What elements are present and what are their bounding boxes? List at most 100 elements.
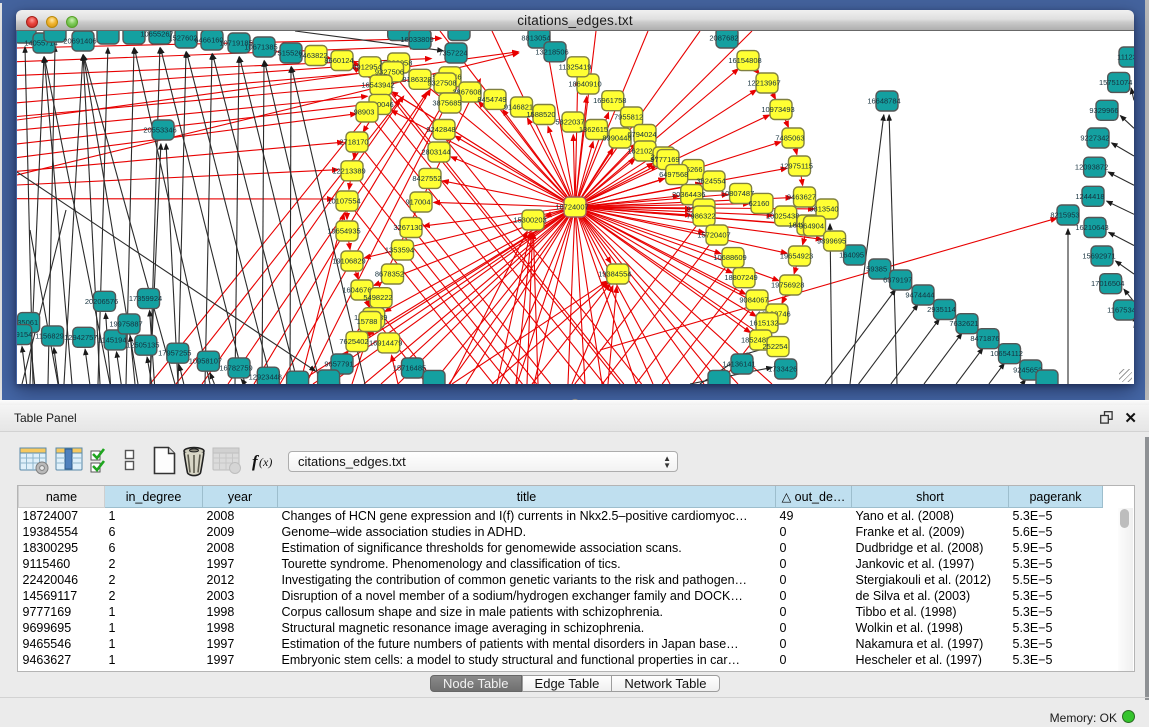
svg-text:1167534: 1167534 [1107, 306, 1134, 315]
svg-text:16648784: 16648784 [867, 97, 900, 106]
svg-text:9329966: 9329966 [1089, 106, 1118, 115]
svg-text:10654112: 10654112 [990, 349, 1023, 358]
svg-text:1588520: 1588520 [526, 110, 555, 119]
svg-text:15692971: 15692971 [1082, 252, 1115, 261]
svg-text:9463627: 9463627 [787, 193, 816, 202]
svg-text:16914479: 16914479 [369, 338, 402, 347]
svg-text:59385: 59385 [866, 265, 887, 274]
svg-text:13218506: 13218506 [535, 47, 568, 56]
svg-text:15720407: 15720407 [697, 231, 730, 240]
svg-text:7632621: 7632621 [949, 319, 978, 328]
svg-text:16154808: 16154808 [728, 56, 761, 65]
svg-text:20691406: 20691406 [63, 37, 96, 46]
svg-text:12975115: 12975115 [780, 162, 813, 171]
svg-text:9777169: 9777169 [650, 155, 679, 164]
svg-text:16961758: 16961758 [593, 96, 626, 105]
svg-text:20364436: 20364436 [672, 190, 705, 199]
svg-text:1733426: 1733426 [768, 365, 797, 374]
svg-text:8471876: 8471876 [970, 334, 999, 343]
svg-text:3267130: 3267130 [393, 223, 422, 232]
svg-text:16543942: 16543942 [361, 81, 394, 90]
svg-text:14136141: 14136141 [722, 360, 755, 369]
svg-text:164095: 164095 [839, 251, 864, 260]
svg-text:11325419: 11325419 [559, 62, 592, 71]
svg-text:17016504: 17016504 [1091, 279, 1124, 288]
svg-text:1615132: 1615132 [749, 318, 778, 327]
svg-text:18640910: 18640910 [568, 80, 601, 89]
svg-text:19654923: 19654923 [780, 252, 813, 261]
svg-text:19106829: 19106829 [332, 257, 365, 266]
svg-text:252254: 252254 [762, 342, 787, 351]
svg-text:7955812: 7955812 [614, 113, 643, 122]
svg-text:19654935: 19654935 [327, 227, 360, 236]
svg-text:15788: 15788 [357, 317, 378, 326]
svg-text:12942757: 12942757 [64, 333, 97, 342]
svg-text:6879197: 6879197 [883, 276, 912, 285]
svg-text:8813054: 8813054 [521, 34, 550, 43]
svg-text:10688609: 10688609 [713, 253, 746, 262]
svg-text:12093872: 12093872 [1075, 163, 1108, 172]
svg-text:9327508: 9327508 [427, 79, 456, 88]
svg-text:10025438: 10025438 [766, 212, 799, 221]
svg-text:1244418: 1244418 [1075, 192, 1104, 201]
svg-text:17957255: 17957255 [158, 349, 191, 358]
svg-text:7625402: 7625402 [339, 337, 368, 346]
svg-text:8678352: 8678352 [375, 270, 404, 279]
svg-text:6497568: 6497568 [659, 170, 688, 179]
svg-text:9242848: 9242848 [426, 125, 455, 134]
svg-text:2839154: 2839154 [17, 330, 32, 339]
svg-text:20206576: 20206576 [85, 297, 118, 306]
svg-text:964904: 964904 [799, 222, 824, 231]
svg-text:1156829: 1156829 [35, 331, 64, 340]
svg-text:16210643: 16210643 [1075, 223, 1108, 232]
svg-text:12505135: 12505135 [126, 341, 159, 350]
svg-text:16782759: 16782759 [219, 363, 252, 372]
svg-text:18807249: 18807249 [724, 273, 757, 282]
svg-text:9657791: 9657791 [324, 360, 353, 369]
svg-text:12213389: 12213389 [332, 166, 365, 175]
svg-text:19384554: 19384554 [598, 270, 631, 279]
svg-text:17359924: 17359924 [129, 294, 162, 303]
svg-text:8215953: 8215953 [1050, 211, 1079, 220]
svg-text:9084067: 9084067 [739, 296, 768, 305]
svg-text:7986322: 7986322 [686, 212, 715, 221]
svg-text:9899695: 9899695 [817, 237, 846, 246]
svg-text:15300203: 15300203 [513, 216, 546, 225]
svg-text:2935114: 2935114 [927, 305, 956, 314]
svg-text:19975887: 19975887 [109, 319, 142, 328]
svg-text:20553346: 20553346 [143, 126, 176, 135]
svg-text:8454749: 8454749 [477, 95, 506, 104]
svg-text:(x): (x) [259, 455, 272, 469]
svg-text:16033809: 16033809 [400, 35, 433, 44]
svg-text:1353594: 1353594 [385, 246, 414, 255]
svg-text:9227342: 9227342 [1080, 134, 1109, 143]
svg-text:12213967: 12213967 [747, 79, 780, 88]
svg-text:8660124: 8660124 [324, 56, 353, 65]
svg-text:10107554: 10107554 [327, 197, 360, 206]
svg-text:15751074: 15751074 [1099, 78, 1132, 87]
svg-text:2718170: 2718170 [339, 138, 368, 147]
svg-text:15716485: 15716485 [393, 364, 426, 373]
svg-text:7485063: 7485063 [775, 134, 804, 143]
svg-text:10973493: 10973493 [761, 105, 794, 114]
svg-text:9474444: 9474444 [905, 291, 934, 300]
svg-text:7357224: 7357224 [438, 49, 467, 58]
svg-text:62160: 62160 [749, 199, 770, 208]
svg-text:18724007: 18724007 [555, 203, 588, 212]
svg-text:10807487: 10807487 [721, 189, 754, 198]
svg-text:19756928: 19756928 [771, 281, 804, 290]
svg-text:917004: 917004 [405, 198, 430, 207]
svg-text:11123: 11123 [1117, 53, 1134, 62]
svg-text:12923448: 12923448 [249, 373, 282, 382]
svg-text:10958107: 10958107 [189, 357, 222, 366]
svg-text:8427552: 8427552 [412, 174, 441, 183]
svg-text:98903: 98903 [354, 108, 375, 117]
svg-text:5498222: 5498222 [363, 293, 392, 302]
svg-text:6794024: 6794024 [627, 130, 656, 139]
svg-text:1527602: 1527602 [168, 34, 197, 43]
svg-text:7463822: 7463822 [298, 51, 327, 60]
svg-text:2803144: 2803144 [421, 148, 450, 157]
svg-text:2087682: 2087682 [709, 34, 738, 43]
svg-text:1145194: 1145194 [98, 335, 127, 344]
svg-text:3624554: 3624554 [696, 177, 725, 186]
